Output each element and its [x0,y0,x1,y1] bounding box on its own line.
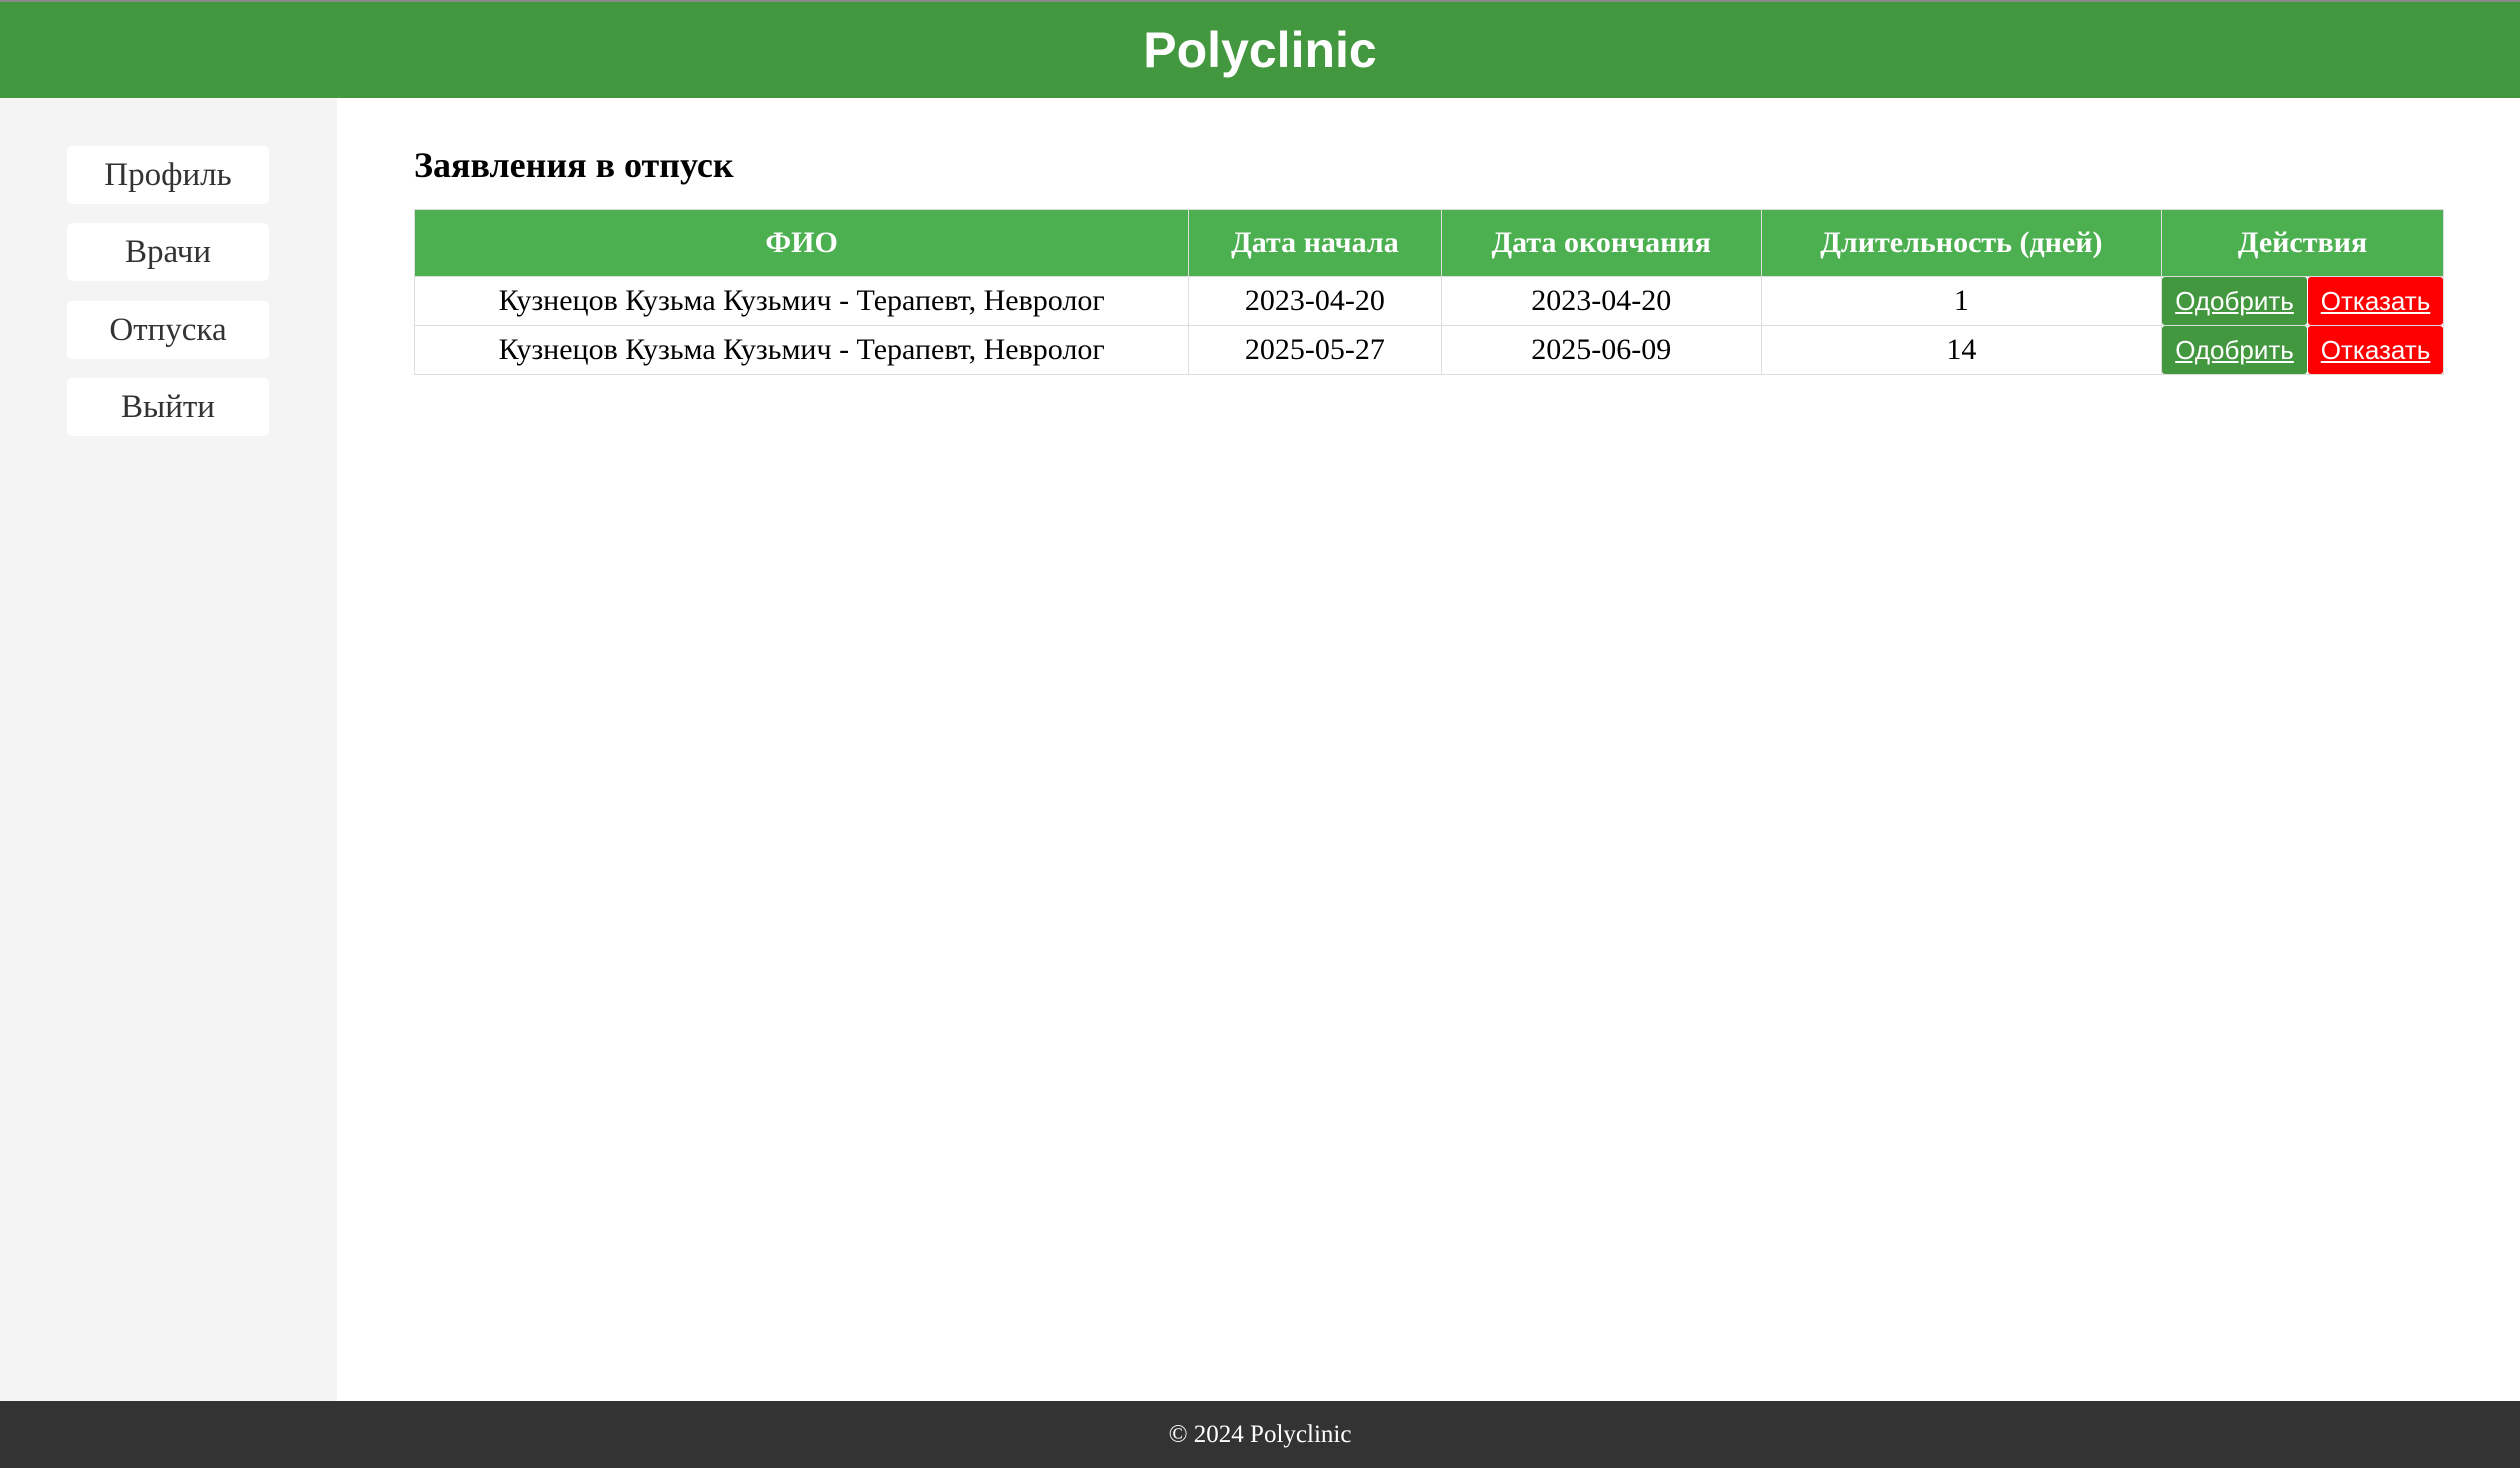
footer-text: © 2024 Polyclinic [1168,1420,1352,1448]
cell-name: Кузнецов Кузьма Кузьмич - Терапевт, Невр… [413,276,1190,326]
table-row: Кузнецов Кузьма Кузьмич - Терапевт, Невр… [413,325,2444,375]
cell-actions: Одобрить Отказать [2161,325,2444,375]
table-row: Кузнецов Кузьма Кузьмич - Терапевт, Невр… [413,276,2444,326]
column-header-end: Дата окончания [1440,209,1762,277]
column-header-start: Дата начала [1188,209,1442,277]
cell-end: 2023-04-20 [1440,276,1762,326]
cell-name: Кузнецов Кузьма Кузьмич - Терапевт, Невр… [413,325,1190,375]
cell-duration: 14 [1760,325,2163,375]
column-header-actions: Действия [2161,209,2444,277]
approve-button[interactable]: Одобрить [2162,277,2307,325]
app-header: Polyclinic [0,0,2520,98]
cell-start: 2023-04-20 [1188,276,1442,326]
column-header-duration: Длительность (дней) [1760,209,2163,277]
sidebar-item-vacations[interactable]: Отпуска [67,301,269,359]
sidebar-item-logout[interactable]: Выйти [67,378,269,436]
cell-end: 2025-06-09 [1440,325,1762,375]
column-header-name: ФИО [413,209,1190,277]
cell-actions: Одобрить Отказать [2161,276,2444,326]
reject-button[interactable]: Отказать [2308,277,2443,325]
footer: © 2024 Polyclinic [0,1401,2520,1468]
sidebar-item-profile[interactable]: Профиль [67,146,269,204]
reject-button[interactable]: Отказать [2308,326,2443,374]
vacation-requests-table: ФИО Дата начала Дата окончания Длительно… [413,209,2444,375]
cell-duration: 1 [1760,276,2163,326]
cell-start: 2025-05-27 [1188,325,1442,375]
table-header-row: ФИО Дата начала Дата окончания Длительно… [413,209,2444,277]
page-title: Заявления в отпуск [414,145,734,185]
app-title: Polyclinic [1143,22,1377,78]
approve-button[interactable]: Одобрить [2162,326,2307,374]
sidebar-item-doctors[interactable]: Врачи [67,223,269,281]
sidebar: Профиль Врачи Отпуска Выйти [0,98,337,1401]
